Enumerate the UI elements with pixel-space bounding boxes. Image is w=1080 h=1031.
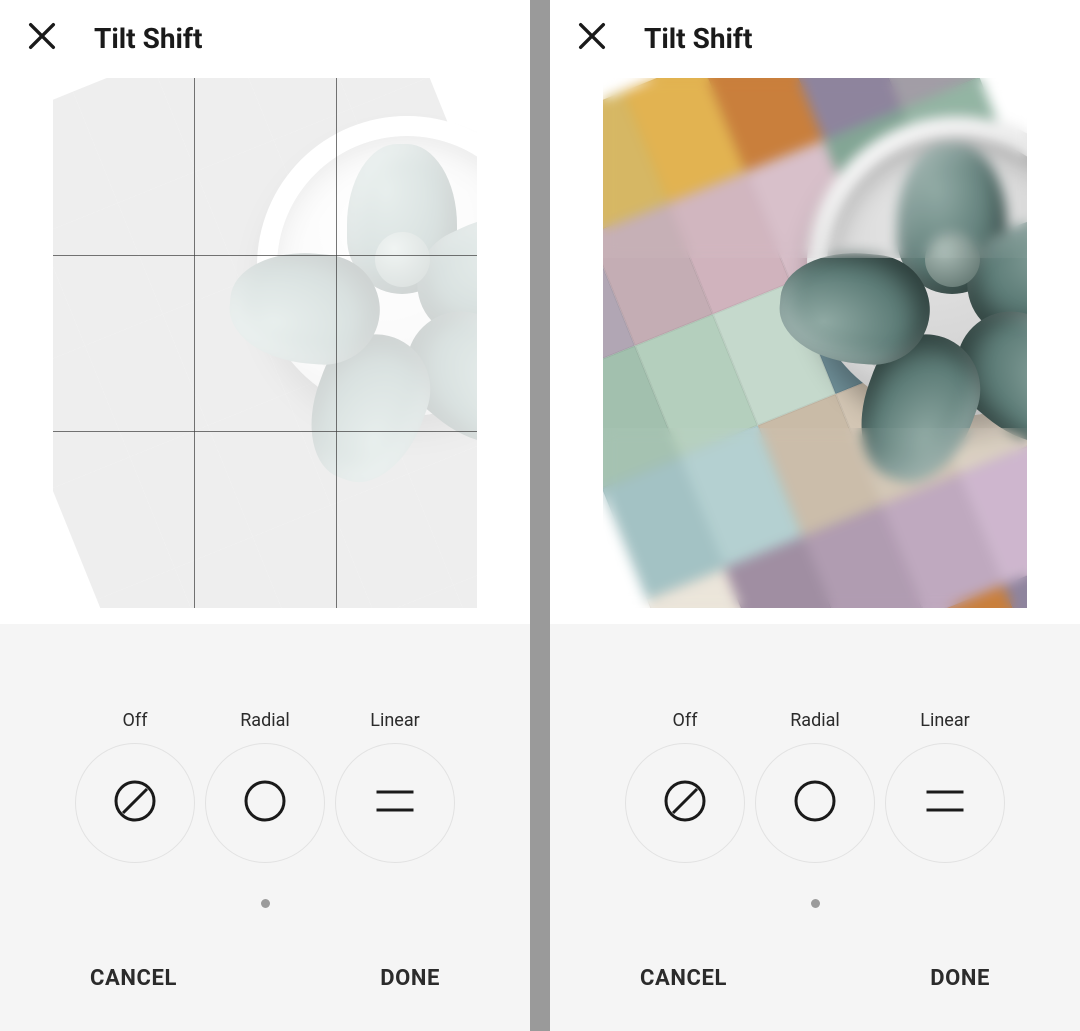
- mode-radial[interactable]: Radial: [755, 710, 875, 863]
- mode-linear-label: Linear: [920, 710, 969, 731]
- mode-linear[interactable]: Linear: [885, 710, 1005, 863]
- footer: CANCEL DONE: [0, 966, 530, 1023]
- close-icon: [575, 19, 609, 57]
- off-icon: [110, 776, 160, 830]
- mode-radial[interactable]: Radial: [205, 710, 325, 863]
- mode-off[interactable]: Off: [625, 710, 745, 863]
- mode-row: Off Radial: [625, 710, 1005, 863]
- linear-icon: [920, 776, 970, 830]
- pager-dot: [261, 899, 270, 908]
- close-button[interactable]: [572, 18, 612, 58]
- mode-linear-label: Linear: [370, 710, 419, 731]
- mode-radial-label: Radial: [240, 710, 290, 731]
- off-icon: [660, 776, 710, 830]
- linear-blur-bottom: [603, 428, 1027, 608]
- mode-row: Off Radial: [75, 710, 455, 863]
- screen-divider: [530, 0, 550, 1031]
- footer: CANCEL DONE: [550, 966, 1080, 1023]
- cancel-button[interactable]: CANCEL: [640, 966, 727, 991]
- mode-linear[interactable]: Linear: [335, 710, 455, 863]
- page-title: Tilt Shift: [644, 22, 752, 55]
- mode-radial-label: Radial: [790, 710, 840, 731]
- radial-icon: [790, 776, 840, 830]
- mode-off-label: Off: [673, 710, 698, 731]
- photo-canvas[interactable]: [550, 72, 1080, 624]
- radial-icon: [240, 776, 290, 830]
- header: Tilt Shift: [0, 0, 530, 72]
- done-button[interactable]: DONE: [380, 966, 440, 991]
- done-button[interactable]: DONE: [930, 966, 990, 991]
- photo-canvas[interactable]: [0, 72, 530, 624]
- linear-icon: [370, 776, 420, 830]
- close-icon: [25, 19, 59, 57]
- controls-panel: Off Radial: [0, 624, 530, 1031]
- screen-left: Tilt Shift Off: [0, 0, 530, 1031]
- pager-dot: [811, 899, 820, 908]
- controls-panel: Off Radial: [550, 624, 1080, 1031]
- mode-off-label: Off: [123, 710, 148, 731]
- header: Tilt Shift: [550, 0, 1080, 72]
- wash-overlay: [53, 78, 477, 608]
- cancel-button[interactable]: CANCEL: [90, 966, 177, 991]
- linear-blur-top: [603, 78, 1027, 258]
- mode-off[interactable]: Off: [75, 710, 195, 863]
- close-button[interactable]: [22, 18, 62, 58]
- page-title: Tilt Shift: [94, 22, 202, 55]
- screen-right: Tilt Shift Off: [550, 0, 1080, 1031]
